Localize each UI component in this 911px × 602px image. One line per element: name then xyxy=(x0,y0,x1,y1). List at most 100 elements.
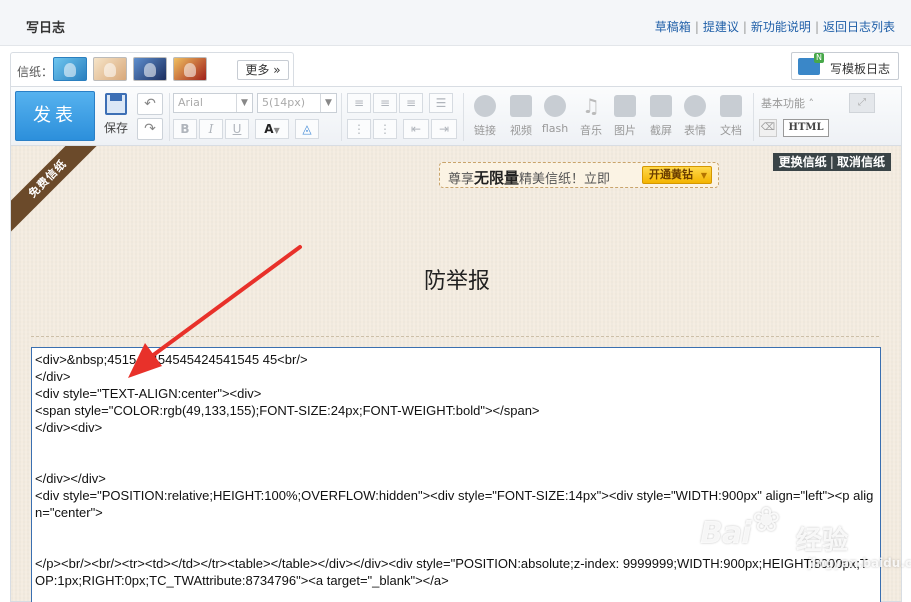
html-mode-button[interactable]: HTML xyxy=(783,119,829,137)
stationery-thumb-3[interactable] xyxy=(133,57,167,81)
basic-features-toggle[interactable]: 基本功能 ˄ xyxy=(761,95,814,111)
chevron-up-icon: ˄ xyxy=(808,97,815,110)
align-right-button[interactable]: ≡ xyxy=(399,93,423,113)
publish-button[interactable]: 发表 xyxy=(15,91,95,141)
fullscreen-icon[interactable]: ⤢ xyxy=(849,93,875,113)
new-features-link[interactable]: 新功能说明 xyxy=(751,20,811,34)
paw-icon: ❀ xyxy=(752,500,781,540)
divider xyxy=(31,336,879,337)
more-stationery-button[interactable]: 更多 » xyxy=(237,60,289,80)
chevron-down-icon: » xyxy=(273,63,281,77)
underline-button[interactable]: U xyxy=(225,119,249,139)
font-family-select[interactable]: Arial ▼ xyxy=(173,93,253,113)
back-to-list-link[interactable]: 返回日志列表 xyxy=(823,20,895,34)
code-line: <span style="COLOR:rgb(49,133,155);FONT-… xyxy=(35,403,540,418)
undo-button[interactable]: ↶ xyxy=(137,93,163,115)
feedback-link[interactable]: 提建议 xyxy=(703,20,739,34)
word-doc-icon xyxy=(720,95,742,117)
unordered-list-button[interactable]: ⋮ xyxy=(373,119,397,139)
font-color-label: A xyxy=(264,122,274,136)
ordered-list-button[interactable]: ⋮ xyxy=(347,119,371,139)
promo-pre: 尊享 xyxy=(448,172,475,187)
code-line: </div> xyxy=(35,369,71,384)
code-line: </div></div> xyxy=(35,471,106,486)
watermark-brand: Bai xyxy=(700,516,751,551)
italic-button[interactable]: I xyxy=(199,119,223,139)
watermark-url: jingyan.baidu.com xyxy=(808,556,911,570)
image-button[interactable]: 图片 xyxy=(611,95,639,138)
stationery-selector: 信纸： 更多 » xyxy=(10,52,294,86)
code-line: <div style="TEXT-ALIGN:center"><div> xyxy=(35,386,262,401)
font-size-value: 5(14px) xyxy=(262,96,306,109)
outdent-button[interactable]: ⇤ xyxy=(403,119,429,139)
music-button[interactable]: ♫ 音乐 xyxy=(577,95,605,138)
more-label: 更多 xyxy=(245,63,270,77)
save-label: 保存 xyxy=(103,121,128,135)
chevron-down-icon: ▼ xyxy=(236,94,252,112)
stationery-thumb-1[interactable] xyxy=(53,57,87,81)
image-label: 图片 xyxy=(614,124,636,137)
baidu-watermark: Bai ❀ 经验 jingyan.baidu.com xyxy=(700,500,911,580)
link-label: 链接 xyxy=(474,124,496,137)
stationery-label: 信纸： xyxy=(17,65,54,79)
page-title: 写日志 xyxy=(26,21,66,36)
promo-post: 精美信纸！立即 xyxy=(519,172,611,187)
header-links: 草稿箱 | 提建议 | 新功能说明 | 返回日志列表 xyxy=(654,20,895,34)
clear-format-icon[interactable]: ⌫ xyxy=(759,119,777,137)
music-icon: ♫ xyxy=(582,94,600,118)
watermark-cn: 经验 xyxy=(796,526,849,556)
font-color-button[interactable]: A▼ xyxy=(255,119,289,139)
flash-icon xyxy=(544,95,566,117)
open-vip-button[interactable]: 开通黄钻 xyxy=(642,166,712,184)
template-diary-button[interactable]: 写模板日志 xyxy=(791,52,899,80)
screenshot-label: 截屏 xyxy=(650,124,672,137)
video-label: 视频 xyxy=(510,124,532,137)
basic-features-label: 基本功能 xyxy=(761,97,805,110)
flash-label: flash xyxy=(541,122,569,135)
cancel-stationery-link[interactable]: 取消信纸 xyxy=(837,155,885,169)
save-button[interactable]: 保存 xyxy=(101,93,131,136)
redo-button[interactable]: ↷ xyxy=(137,118,163,140)
save-icon xyxy=(105,93,127,115)
stationery-thumb-4[interactable] xyxy=(173,57,207,81)
video-icon xyxy=(510,95,532,117)
link-button[interactable]: 链接 xyxy=(471,95,499,138)
text-highlight-icon[interactable]: ◬ xyxy=(295,119,319,139)
doc-label: 文档 xyxy=(720,124,742,137)
emoji-icon xyxy=(684,95,706,117)
link-icon xyxy=(474,95,496,117)
code-line: </div><div> xyxy=(35,420,103,435)
editor-toolbar: 发表 保存 ↶ ↷ Arial ▼ 5(14px) ▼ B I U A▼ ◬ ≡ ≡… xyxy=(10,86,902,146)
bold-button[interactable]: B xyxy=(173,119,197,139)
font-size-select[interactable]: 5(14px) ▼ xyxy=(257,93,337,113)
screenshot-button[interactable]: 截屏 xyxy=(647,95,675,138)
align-left-button[interactable]: ≡ xyxy=(347,93,371,113)
screenshot-icon xyxy=(650,95,672,117)
free-stationery-ribbon: 免费信纸 xyxy=(11,146,101,236)
video-button[interactable]: 视频 xyxy=(507,95,535,138)
emoji-button[interactable]: 表情 xyxy=(681,95,709,138)
doc-button[interactable]: 文档 xyxy=(717,95,745,138)
promo-highlight: 无限量 xyxy=(474,169,520,187)
emoji-label: 表情 xyxy=(684,124,706,137)
code-line: <div>&nbsp;451545454545424541545 45<br/> xyxy=(35,352,308,367)
stationery-thumb-2[interactable] xyxy=(93,57,127,81)
font-family-value: Arial xyxy=(178,96,203,109)
stationery-actions: 更换信纸 | 取消信纸 xyxy=(772,153,891,171)
align-center-button[interactable]: ≡ xyxy=(373,93,397,113)
music-label: 音乐 xyxy=(580,124,602,137)
image-icon xyxy=(614,95,636,117)
flash-button[interactable]: flash xyxy=(541,95,569,135)
drafts-link[interactable]: 草稿箱 xyxy=(655,20,691,34)
indent-icon[interactable]: ☰ xyxy=(429,93,453,113)
page-header: 写日志 草稿箱 | 提建议 | 新功能说明 | 返回日志列表 xyxy=(0,0,911,46)
free-stationery-label: 免费信纸 xyxy=(11,146,101,233)
diary-title[interactable]: 防举报 xyxy=(11,263,903,295)
indent-button[interactable]: ⇥ xyxy=(431,119,457,139)
chevron-down-icon: ▼ xyxy=(273,126,280,135)
template-icon xyxy=(798,53,824,75)
vip-promo-banner: 尊享无限量精美信纸！立即 开通黄钻 xyxy=(439,162,719,188)
change-stationery-link[interactable]: 更换信纸 xyxy=(779,155,827,169)
